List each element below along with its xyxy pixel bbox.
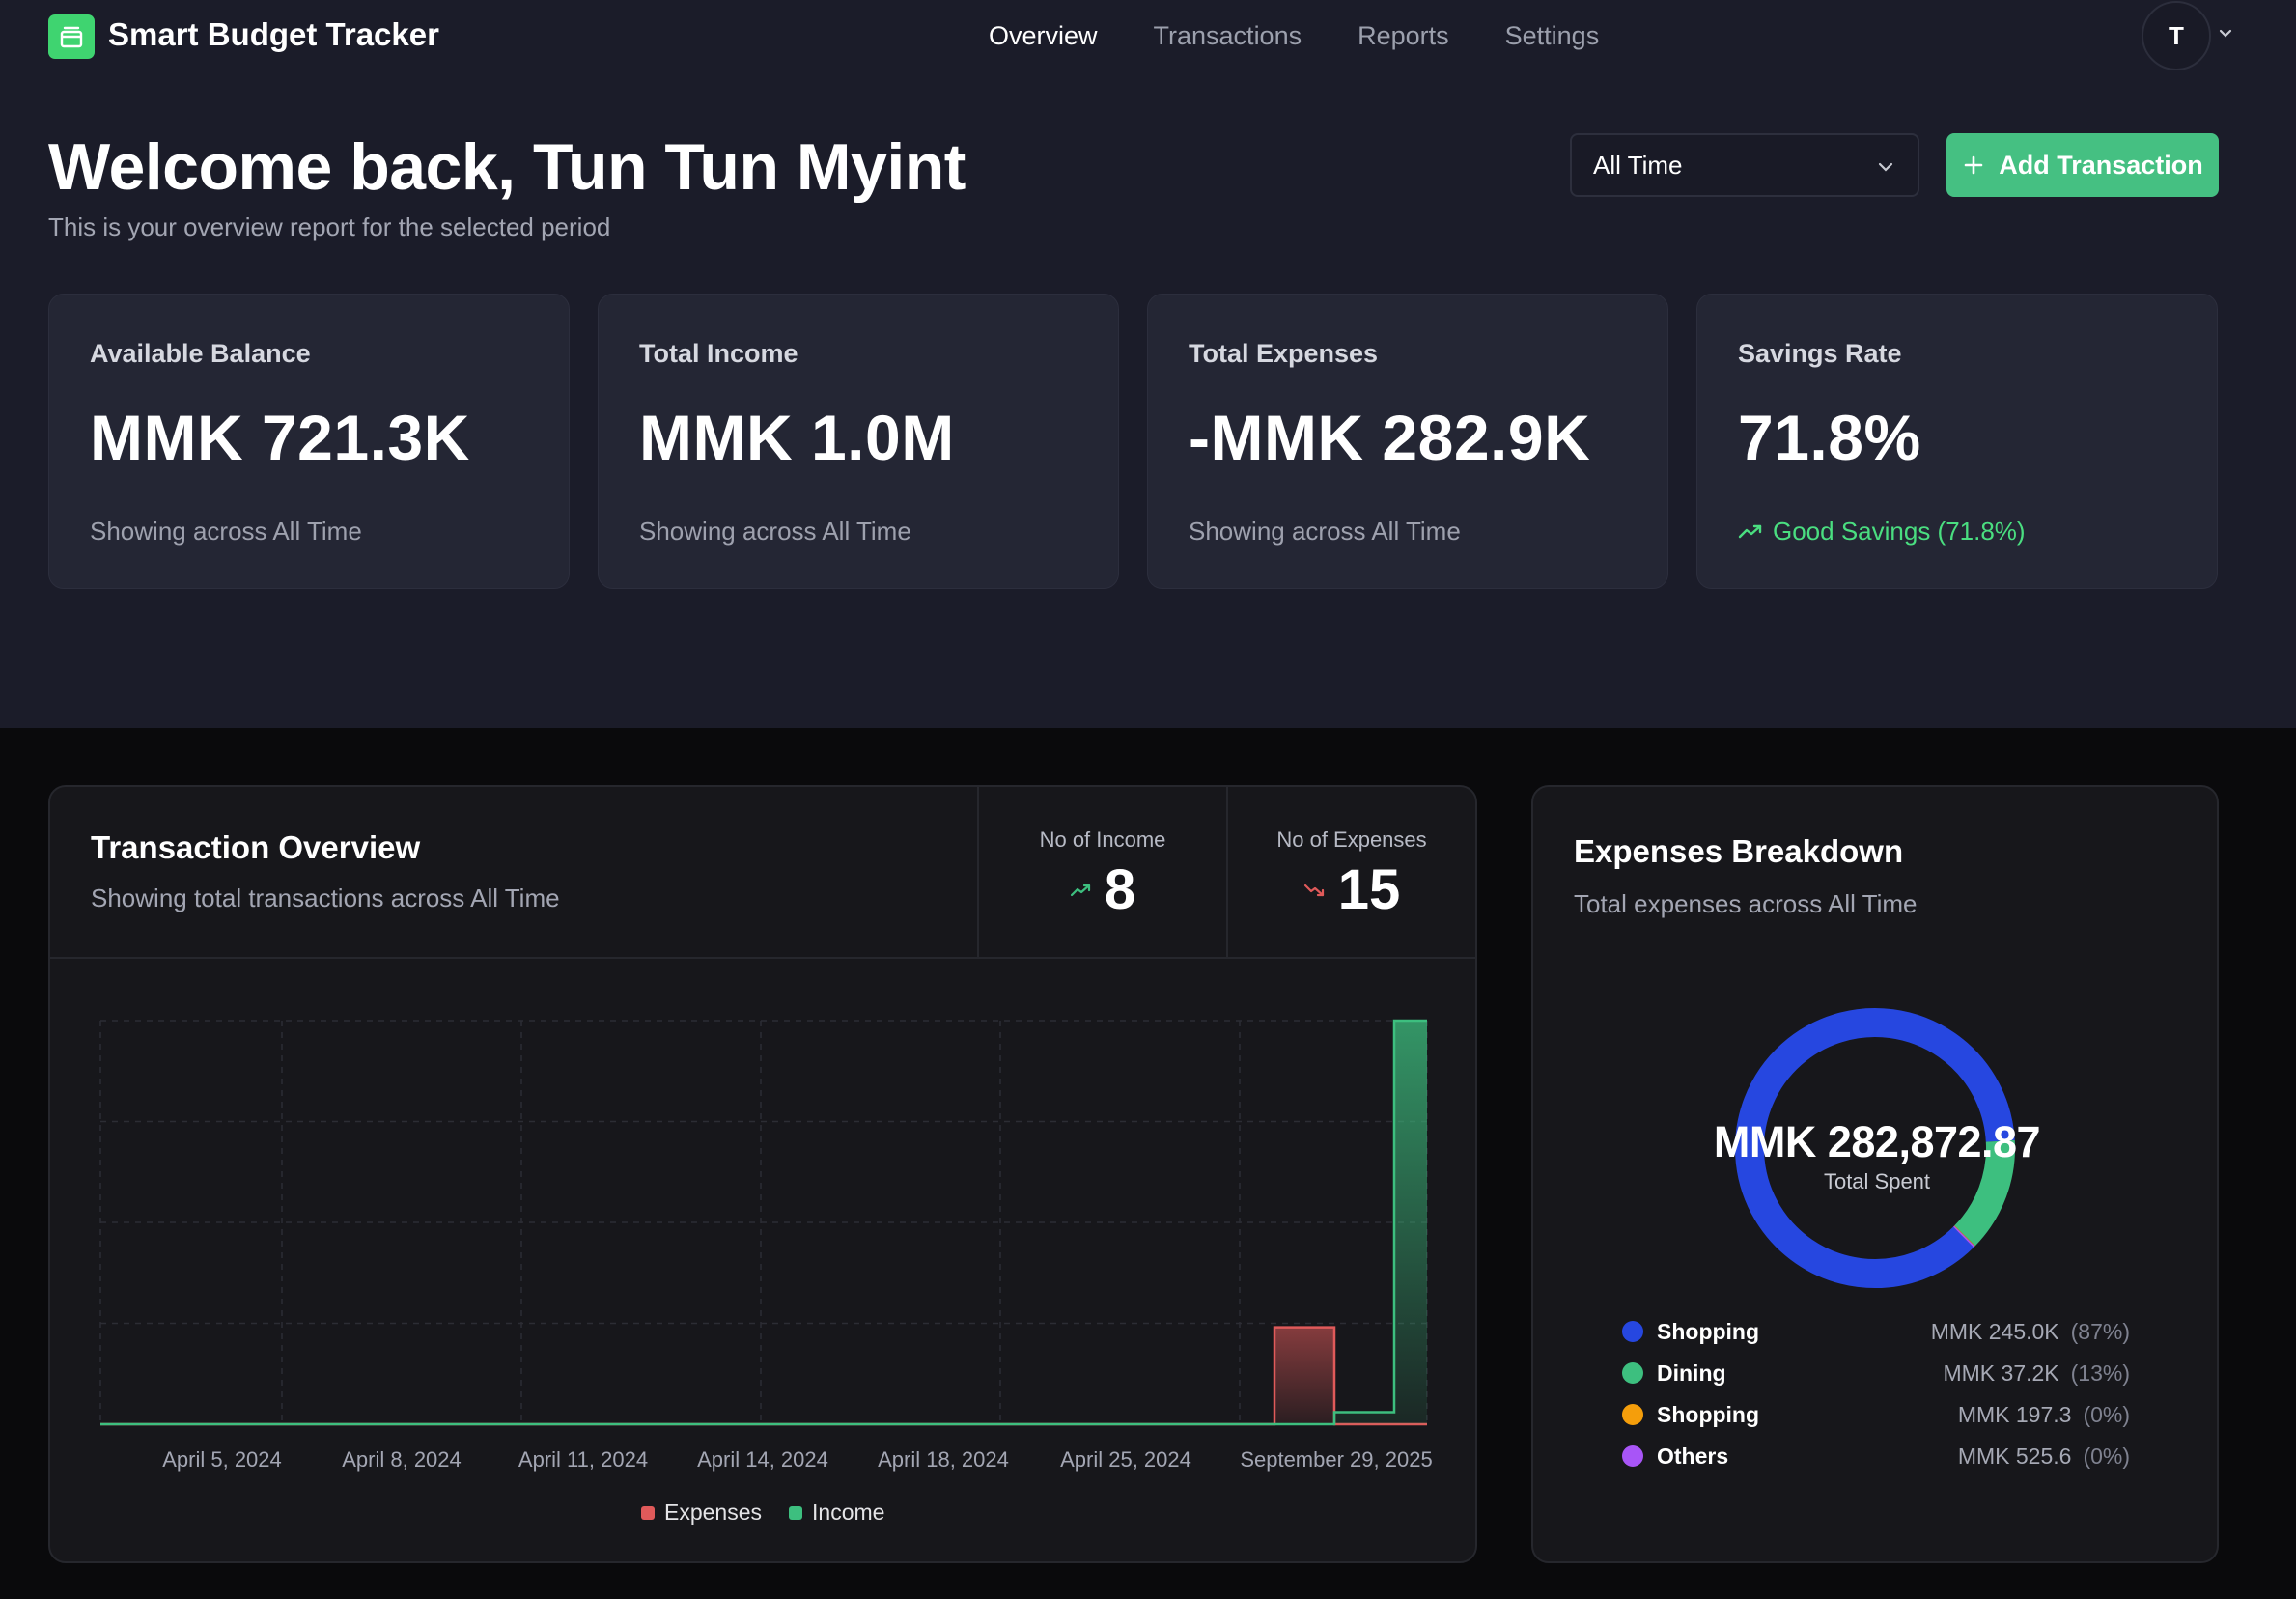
category-percent: (13%)	[2070, 1360, 2130, 1386]
wallet-logo-icon[interactable]	[48, 14, 95, 59]
stat-foot: Showing across All Time	[639, 517, 911, 546]
stat-value: -MMK 282.9K	[1189, 402, 1591, 473]
nav-transactions[interactable]: Transactions	[1154, 17, 1302, 54]
nav-reports[interactable]: Reports	[1358, 17, 1449, 54]
x-tick-label: April 8, 2024	[342, 1447, 462, 1472]
donut-total: MMK 282,872.87	[1713, 1117, 2041, 1166]
legend-swatch	[789, 1505, 803, 1520]
stat-foot: Showing across All Time	[1189, 517, 1461, 546]
page-subtitle: This is your overview report for the sel…	[48, 212, 611, 241]
category-dot	[1622, 1404, 1643, 1425]
savings-status-text: Good Savings (71.8%)	[1773, 517, 2026, 546]
category-name: Shopping	[1657, 1401, 1760, 1427]
transaction-chart[interactable]: April 5, 2024 April 8, 2024 April 11, 2024…	[50, 787, 1475, 1559]
stat-card-income: Total Income MMK 1.0M Showing across All…	[598, 294, 1119, 589]
category-dot	[1622, 1321, 1643, 1342]
x-tick-label: April 25, 2024	[1060, 1447, 1191, 1472]
donut-slice-3	[1952, 1225, 1975, 1248]
expenses-series-line	[100, 1326, 1427, 1426]
legend-label: Expenses	[664, 1500, 763, 1525]
breakdown-row[interactable]: Shopping MMK 197.3 (0%)	[1622, 1395, 2130, 1434]
category-percent: (0%)	[2083, 1401, 2130, 1427]
plus-icon	[1964, 155, 1983, 175]
category-name: Others	[1657, 1443, 1729, 1469]
nav-overview[interactable]: Overview	[989, 17, 1098, 54]
category-name: Shopping	[1657, 1318, 1760, 1344]
transaction-overview-panel: Transaction Overview Showing total trans…	[48, 785, 1477, 1563]
stat-card-balance: Available Balance MMK 721.3K Showing acr…	[48, 294, 570, 589]
x-tick-label: April 18, 2024	[878, 1447, 1009, 1472]
category-percent: (87%)	[2070, 1318, 2130, 1344]
legend-item-income[interactable]: Income	[789, 1500, 884, 1526]
add-transaction-label: Add Transaction	[1999, 150, 2203, 180]
x-tick-label: April 11, 2024	[518, 1447, 648, 1472]
app-name[interactable]: Smart Budget Tracker	[108, 15, 439, 54]
stat-foot: Showing across All Time	[90, 517, 362, 546]
stat-label: Savings Rate	[1738, 339, 1902, 368]
trending-up-icon	[1738, 524, 1762, 539]
period-select-value: All Time	[1593, 150, 1683, 180]
nav-links: Overview Transactions Reports Settings	[989, 17, 1655, 54]
legend-label: Income	[812, 1500, 885, 1525]
expenses-breakdown-panel: Expenses Breakdown Total expenses across…	[1531, 785, 2219, 1563]
stat-card-savings-rate: Savings Rate 71.8% Good Savings (71.8%)	[1696, 294, 2218, 589]
category-percent: (0%)	[2083, 1443, 2130, 1469]
chevron-down-icon	[1878, 162, 1893, 172]
category-amount: MMK 197.3	[1957, 1401, 2072, 1427]
chevron-down-icon[interactable]	[2217, 25, 2234, 42]
x-tick-label: April 14, 2024	[697, 1447, 828, 1472]
category-amount: MMK 245.0K	[1930, 1318, 2059, 1344]
stat-label: Total Income	[639, 339, 798, 368]
category-amount: MMK 37.2K	[1943, 1360, 2059, 1386]
legend-item-expenses[interactable]: Expenses	[641, 1500, 762, 1526]
breakdown-row[interactable]: Shopping MMK 245.0K (87%)	[1622, 1312, 2130, 1351]
expenses-series-area	[100, 1327, 1427, 1424]
stat-label: Total Expenses	[1189, 339, 1379, 368]
stat-label: Available Balance	[90, 339, 311, 368]
chart-legend: Expenses Income	[641, 1500, 884, 1526]
legend-swatch	[641, 1505, 655, 1520]
savings-status: Good Savings (71.8%)	[1738, 515, 2026, 547]
donut-caption: Total Spent	[1823, 1169, 1931, 1193]
user-avatar[interactable]: T	[2142, 1, 2211, 70]
category-name: Dining	[1657, 1360, 1726, 1386]
stat-card-expenses: Total Expenses -MMK 282.9K Showing acros…	[1147, 294, 1668, 589]
stat-value: MMK 1.0M	[639, 402, 955, 473]
stat-value: MMK 721.3K	[90, 402, 470, 473]
category-amount: MMK 525.6	[1957, 1443, 2072, 1469]
page-title: Welcome back, Tun Tun Myint	[48, 130, 966, 204]
period-select[interactable]: All Time	[1570, 133, 1919, 197]
breakdown-row[interactable]: Others MMK 525.6 (0%)	[1622, 1437, 2130, 1475]
category-dot	[1622, 1362, 1643, 1384]
stat-value: 71.8%	[1738, 402, 1921, 473]
x-tick-label: April 5, 2024	[162, 1447, 282, 1472]
breakdown-row[interactable]: Dining MMK 37.2K (13%)	[1622, 1354, 2130, 1392]
add-transaction-button[interactable]: Add Transaction	[1946, 133, 2219, 197]
top-nav: Smart Budget Tracker Overview Transactio…	[0, 0, 2296, 73]
category-dot	[1622, 1445, 1643, 1467]
nav-settings[interactable]: Settings	[1505, 17, 1600, 54]
x-tick-label: September 29, 2025	[1240, 1447, 1432, 1472]
